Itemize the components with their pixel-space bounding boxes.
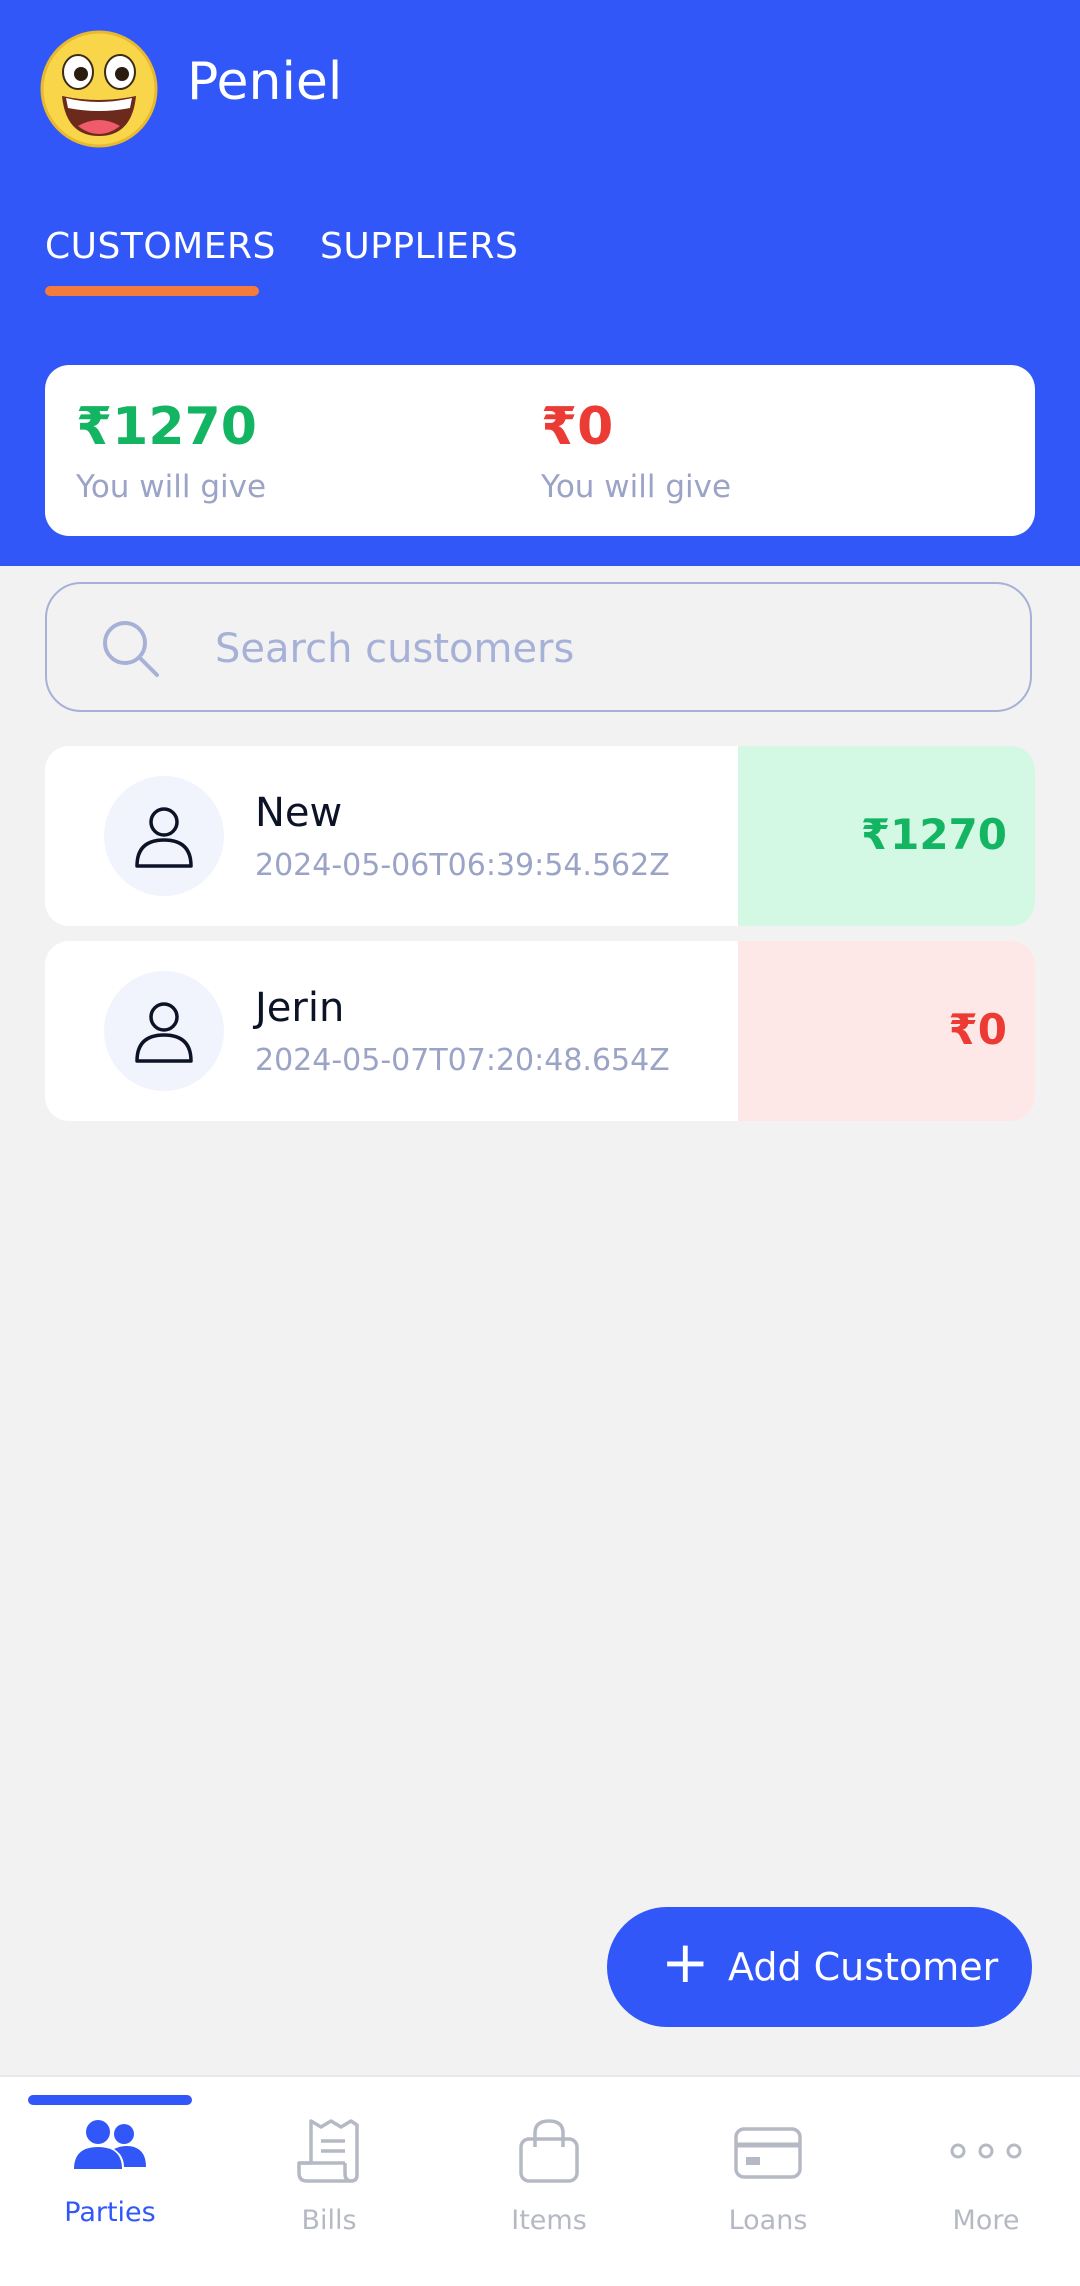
users-icon	[74, 2120, 146, 2169]
balance-cell: ₹0	[738, 941, 1035, 1121]
nav-label-items: Items	[511, 2205, 587, 2236]
summary-amount-right: ₹0	[541, 397, 614, 457]
user-icon	[135, 1002, 193, 1063]
tab-suppliers[interactable]: SUPPLIERS	[320, 226, 518, 267]
grinning-emoji-avatar[interactable]	[40, 30, 158, 148]
avatar	[104, 776, 224, 896]
receipt-icon	[297, 2119, 359, 2183]
customer-balance: ₹0	[948, 1005, 1007, 1054]
customer-date: 2024-05-07T07:20:48.654Z	[255, 1043, 670, 1078]
user-name: Peniel	[187, 52, 343, 112]
nav-label-bills: Bills	[301, 2205, 357, 2236]
customer-name: New	[255, 790, 343, 836]
shopping-bag-icon	[519, 2119, 579, 2183]
tab-customers[interactable]: CUSTOMERS	[45, 226, 276, 267]
customer-date: 2024-05-06T06:39:54.562Z	[255, 848, 670, 883]
nav-item-bills[interactable]: Bills	[221, 2117, 437, 2267]
nav-item-more[interactable]: More	[878, 2117, 1080, 2267]
balance-cell: ₹1270	[738, 746, 1035, 926]
nav-label-more: More	[952, 2205, 1020, 2236]
add-customer-button[interactable]: + Add Customer	[607, 1907, 1032, 2027]
summary-label-left: You will give	[76, 469, 267, 505]
nav-item-parties[interactable]: Parties	[2, 2117, 218, 2267]
nav-item-items[interactable]: Items	[441, 2117, 657, 2267]
search-bar[interactable]	[45, 582, 1032, 712]
active-tab-indicator	[45, 286, 259, 296]
credit-card-icon	[734, 2127, 802, 2179]
balance-summary-card: ₹1270 You will give ₹0 You will give	[45, 365, 1035, 536]
customer-name: Jerin	[255, 985, 345, 1031]
bottom-navigation: Parties Bills Items Loans More	[0, 2075, 1080, 2286]
summary-amount-left: ₹1270	[76, 397, 257, 457]
app-header: Peniel CUSTOMERS SUPPLIERS ₹1270 You wil…	[0, 0, 1080, 566]
add-customer-label: Add Customer	[728, 1945, 999, 1989]
customer-row[interactable]: Jerin 2024-05-07T07:20:48.654Z ₹0	[45, 941, 1035, 1121]
more-dots-icon	[950, 2143, 1022, 2159]
summary-label-right: You will give	[541, 469, 732, 505]
active-nav-indicator	[28, 2095, 192, 2105]
search-icon	[103, 621, 159, 677]
user-icon	[135, 807, 193, 868]
nav-label-loans: Loans	[728, 2205, 808, 2236]
plus-icon: +	[661, 1928, 710, 1996]
nav-item-loans[interactable]: Loans	[660, 2117, 876, 2267]
avatar	[104, 971, 224, 1091]
nav-label-parties: Parties	[64, 2197, 156, 2228]
search-input[interactable]	[213, 612, 997, 686]
customer-balance: ₹1270	[860, 810, 1007, 859]
customer-row[interactable]: New 2024-05-06T06:39:54.562Z ₹1270	[45, 746, 1035, 926]
